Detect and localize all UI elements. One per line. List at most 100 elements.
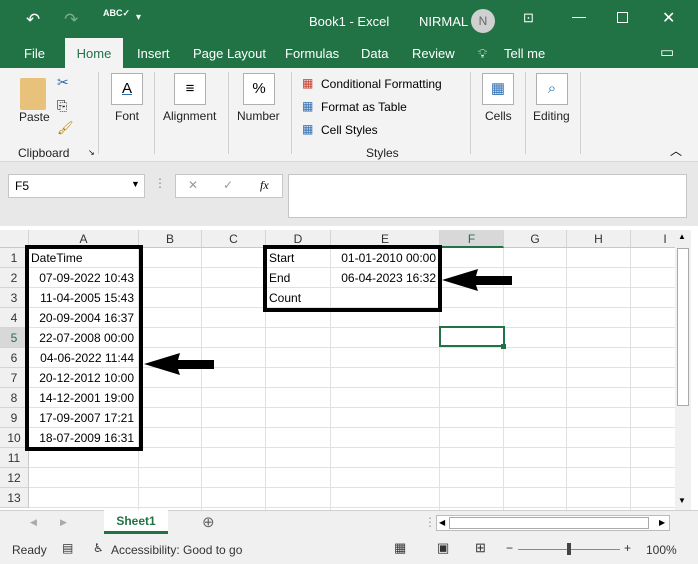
number-button[interactable]: Number [237, 109, 280, 123]
title-bar: ↶ ↷ ABC✓ ▾ Book1 - Excel NIRMAL N ⊡ — ✕ [0, 0, 698, 40]
sheet-tab-bar: ◀ ▶ Sheet1 ⊕ ⋮ ◀ ▶ [0, 510, 698, 536]
comments-icon[interactable]: ▭ [660, 43, 674, 61]
column-header-f[interactable]: F [440, 230, 504, 248]
tab-file[interactable]: File [24, 46, 45, 61]
enter-icon[interactable]: ✓ [223, 178, 233, 192]
minimize-icon[interactable]: — [572, 8, 586, 24]
user-name: NIRMAL [419, 14, 469, 29]
name-box[interactable]: F5 [8, 174, 145, 198]
redo-icon[interactable]: ↷ [64, 10, 78, 30]
highlight-box [25, 245, 143, 451]
fill-handle[interactable] [501, 344, 506, 349]
alignment-icon[interactable]: ≡ [174, 73, 206, 105]
scroll-thumb[interactable] [449, 517, 649, 529]
chevron-down-icon[interactable]: ▼ [131, 179, 140, 189]
sheet-tab-sheet1[interactable]: Sheet1 [104, 510, 168, 534]
conditional-formatting-icon: ▦ [302, 76, 314, 90]
highlight-box [263, 245, 442, 312]
gridline [29, 507, 675, 508]
vertical-scrollbar[interactable]: ▲ ▼ [675, 230, 691, 510]
cell-styles-icon: ▦ [302, 122, 314, 136]
scroll-left-icon[interactable]: ◀ [439, 518, 445, 527]
close-icon[interactable]: ✕ [662, 8, 675, 28]
tab-review[interactable]: Review [412, 46, 455, 61]
copy-icon[interactable]: ⎘ [57, 98, 67, 114]
tab-home[interactable]: Home [65, 38, 123, 68]
zoom-level[interactable]: 100% [646, 543, 677, 557]
scroll-down-icon[interactable]: ▼ [678, 496, 686, 505]
avatar[interactable]: N [471, 9, 495, 33]
zoom-in-icon[interactable]: + [624, 541, 631, 555]
conditional-formatting-button[interactable]: Conditional Formatting [321, 77, 442, 91]
paste-button[interactable]: Paste [19, 110, 50, 124]
formula-input[interactable] [288, 174, 687, 218]
page-break-view-icon[interactable]: ⊞ [475, 540, 486, 556]
tab-data[interactable]: Data [361, 46, 388, 61]
column-header-h[interactable]: H [567, 230, 631, 248]
macro-icon[interactable]: ▤ [62, 541, 73, 555]
cell-styles-button[interactable]: Cell Styles [321, 123, 378, 137]
maximize-icon[interactable] [617, 12, 628, 23]
scroll-up-icon[interactable]: ▲ [678, 232, 686, 241]
more-icon: ⋮ [154, 176, 166, 190]
scroll-right-icon[interactable]: ▶ [659, 518, 665, 527]
zoom-slider-thumb[interactable] [567, 543, 571, 555]
insert-function-button[interactable]: fx [260, 178, 269, 193]
styles-group-label: Styles [366, 146, 399, 160]
horizontal-scrollbar[interactable]: ◀ ▶ [436, 515, 670, 531]
formula-buttons: ✕ ✓ fx [175, 174, 283, 198]
ribbon-tabs: File Home Insert Page Layout Formulas Da… [0, 38, 698, 68]
row-header-11[interactable]: 11 [0, 448, 29, 468]
tell-me-search[interactable]: Tell me [504, 46, 545, 61]
font-button[interactable]: Font [115, 109, 139, 123]
arrow-left-icon [144, 353, 214, 375]
gridline [201, 248, 202, 510]
row-header-13[interactable]: 13 [0, 488, 29, 508]
gridline [566, 248, 567, 510]
more-icon: ⋮ [424, 515, 436, 529]
row-header-12[interactable]: 12 [0, 468, 29, 488]
next-sheet-icon[interactable]: ▶ [60, 517, 67, 528]
spelling-icon[interactable]: ABC✓ [103, 8, 130, 19]
ribbon-display-icon[interactable]: ⊡ [523, 10, 534, 26]
normal-view-icon[interactable]: ▦ [394, 540, 406, 556]
format-as-table-button[interactable]: Format as Table [321, 100, 407, 114]
gridline [630, 248, 631, 510]
accessibility-icon[interactable]: ♿︎ [93, 541, 104, 555]
column-header-c[interactable]: C [202, 230, 266, 248]
selected-cell-f5[interactable] [439, 326, 505, 347]
paste-icon[interactable] [20, 78, 46, 110]
gridline [29, 487, 675, 488]
column-header-g[interactable]: G [504, 230, 567, 248]
accessibility-status[interactable]: Accessibility: Good to go [111, 543, 242, 557]
format-painter-icon[interactable]: 🖌︎ [57, 120, 74, 136]
percent-icon[interactable]: % [243, 73, 275, 105]
column-header-i[interactable]: I [631, 230, 675, 248]
editing-button[interactable]: Editing [533, 109, 570, 123]
font-icon[interactable]: A [111, 73, 143, 105]
dialog-launcher-icon[interactable]: ↘ [88, 148, 95, 157]
tab-formulas[interactable]: Formulas [285, 46, 339, 61]
lightbulb-icon: 💡︎ [478, 46, 488, 61]
search-icon[interactable]: ⌕ [536, 73, 568, 105]
cancel-icon[interactable]: ✕ [188, 178, 198, 192]
customize-qat-icon[interactable]: ▾ [136, 12, 141, 23]
alignment-button[interactable]: Alignment [163, 109, 216, 123]
ribbon: Paste ✂ ⎘ 🖌︎ Clipboard ↘ A Font ≡ Alignm… [0, 68, 698, 162]
undo-icon[interactable]: ↶ [26, 10, 40, 30]
cut-icon[interactable]: ✂ [57, 74, 69, 91]
tab-insert[interactable]: Insert [137, 46, 170, 61]
add-sheet-icon[interactable]: ⊕ [202, 513, 215, 531]
clipboard-group-label: Clipboard [18, 146, 70, 160]
column-header-b[interactable]: B [139, 230, 202, 248]
cells-button[interactable]: Cells [485, 109, 512, 123]
scroll-thumb[interactable] [677, 248, 689, 406]
cells-icon[interactable]: ▦ [482, 73, 514, 105]
gridline [29, 467, 675, 468]
prev-sheet-icon[interactable]: ◀ [30, 517, 37, 528]
collapse-ribbon-icon[interactable]: ︿ [670, 142, 682, 159]
zoom-out-icon[interactable]: − [506, 541, 513, 555]
document-title: Book1 - Excel [309, 14, 390, 29]
page-layout-view-icon[interactable]: ▣ [437, 540, 449, 556]
tab-page-layout[interactable]: Page Layout [193, 46, 266, 61]
